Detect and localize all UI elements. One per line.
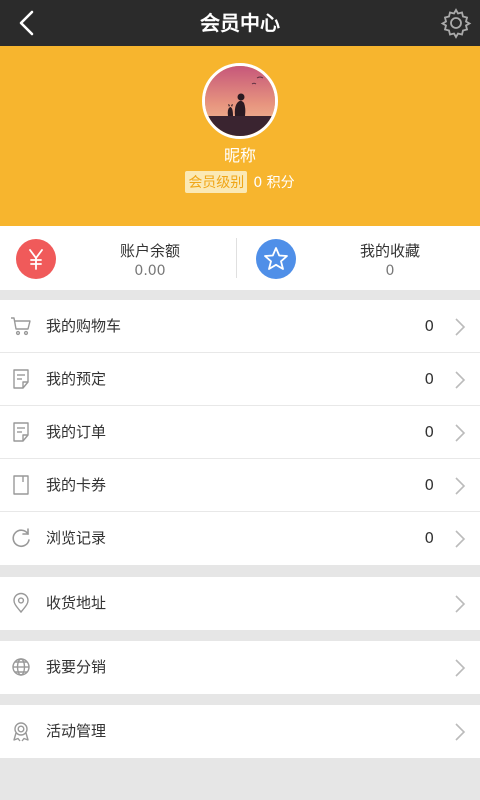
chevron-right-icon (455, 477, 466, 495)
menu-item-activity[interactable]: 活动管理 (0, 705, 480, 758)
balance-label: 账户余额 (119, 242, 180, 260)
chevron-right-icon (455, 318, 466, 336)
menu-item-label: 我要分销 (46, 658, 107, 676)
favorites-label: 我的收藏 (359, 242, 420, 260)
menu-item-label: 我的订单 (46, 423, 107, 441)
menu-item-coupons[interactable]: 我的卡券 0 (0, 459, 480, 512)
location-pin-icon (13, 592, 29, 614)
level-row: 会员级别 0 积分 (0, 171, 480, 193)
balance-value: 0.00 (134, 263, 166, 279)
menu-item-address[interactable]: 收货地址 (0, 577, 480, 630)
chevron-right-icon (455, 659, 466, 677)
coupon-card-icon (13, 475, 29, 495)
favorites-value: 0 (385, 263, 395, 279)
stats-divider (236, 238, 237, 278)
refresh-history-icon (12, 528, 30, 547)
menu-item-label: 收货地址 (46, 594, 107, 612)
menu-item-count: 0 (424, 317, 434, 335)
settings-gear-icon[interactable] (440, 7, 472, 39)
member-level-badge: 会员级别 (185, 171, 248, 193)
star-icon (256, 239, 296, 279)
badge-award-icon (13, 722, 29, 742)
menu-item-count: 0 (424, 529, 434, 547)
menu-item-label: 活动管理 (46, 722, 107, 740)
menu-item-label: 我的购物车 (46, 317, 122, 335)
distribution-menu-group: 我要分销 (0, 641, 480, 694)
avatar[interactable] (202, 63, 278, 139)
yen-icon (16, 239, 56, 279)
favorites-stat[interactable]: 我的收藏 0 (240, 226, 480, 290)
booking-note-icon (13, 369, 29, 389)
orders-menu-group: 我的购物车 0 我的预定 0 我的订单 0 我的卡券 0 浏览记录 0 (0, 300, 480, 565)
menu-item-label: 浏览记录 (46, 529, 107, 547)
chevron-right-icon (455, 723, 466, 741)
profile-header: 昵称 会员级别 0 积分 (0, 46, 480, 226)
menu-item-count: 0 (424, 423, 434, 441)
activity-menu-group: 活动管理 (0, 705, 480, 758)
menu-item-label: 我的预定 (46, 370, 107, 388)
stats-bar: 账户余额 0.00 我的收藏 0 (0, 226, 480, 290)
top-bar: 会员中心 (0, 0, 480, 46)
menu-item-label: 我的卡券 (46, 476, 107, 494)
order-note-icon (13, 422, 29, 442)
menu-item-distribution[interactable]: 我要分销 (0, 641, 480, 694)
chevron-right-icon (455, 424, 466, 442)
points-text: 0 积分 (253, 175, 295, 191)
menu-item-count: 0 (424, 370, 434, 388)
chevron-right-icon (455, 530, 466, 548)
menu-item-cart[interactable]: 我的购物车 0 (0, 300, 480, 353)
menu-item-history[interactable]: 浏览记录 0 (0, 512, 480, 565)
menu-item-booking[interactable]: 我的预定 0 (0, 353, 480, 406)
shopping-cart-icon (11, 317, 31, 336)
chevron-right-icon (455, 371, 466, 389)
menu-item-orders[interactable]: 我的订单 0 (0, 406, 480, 459)
nickname[interactable]: 昵称 (0, 142, 480, 166)
chevron-right-icon (455, 595, 466, 613)
globe-icon (12, 658, 30, 676)
balance-stat[interactable]: 账户余额 0.00 (0, 226, 240, 290)
address-menu-group: 收货地址 (0, 577, 480, 630)
page-title: 会员中心 (200, 11, 280, 35)
menu-item-count: 0 (424, 476, 434, 494)
